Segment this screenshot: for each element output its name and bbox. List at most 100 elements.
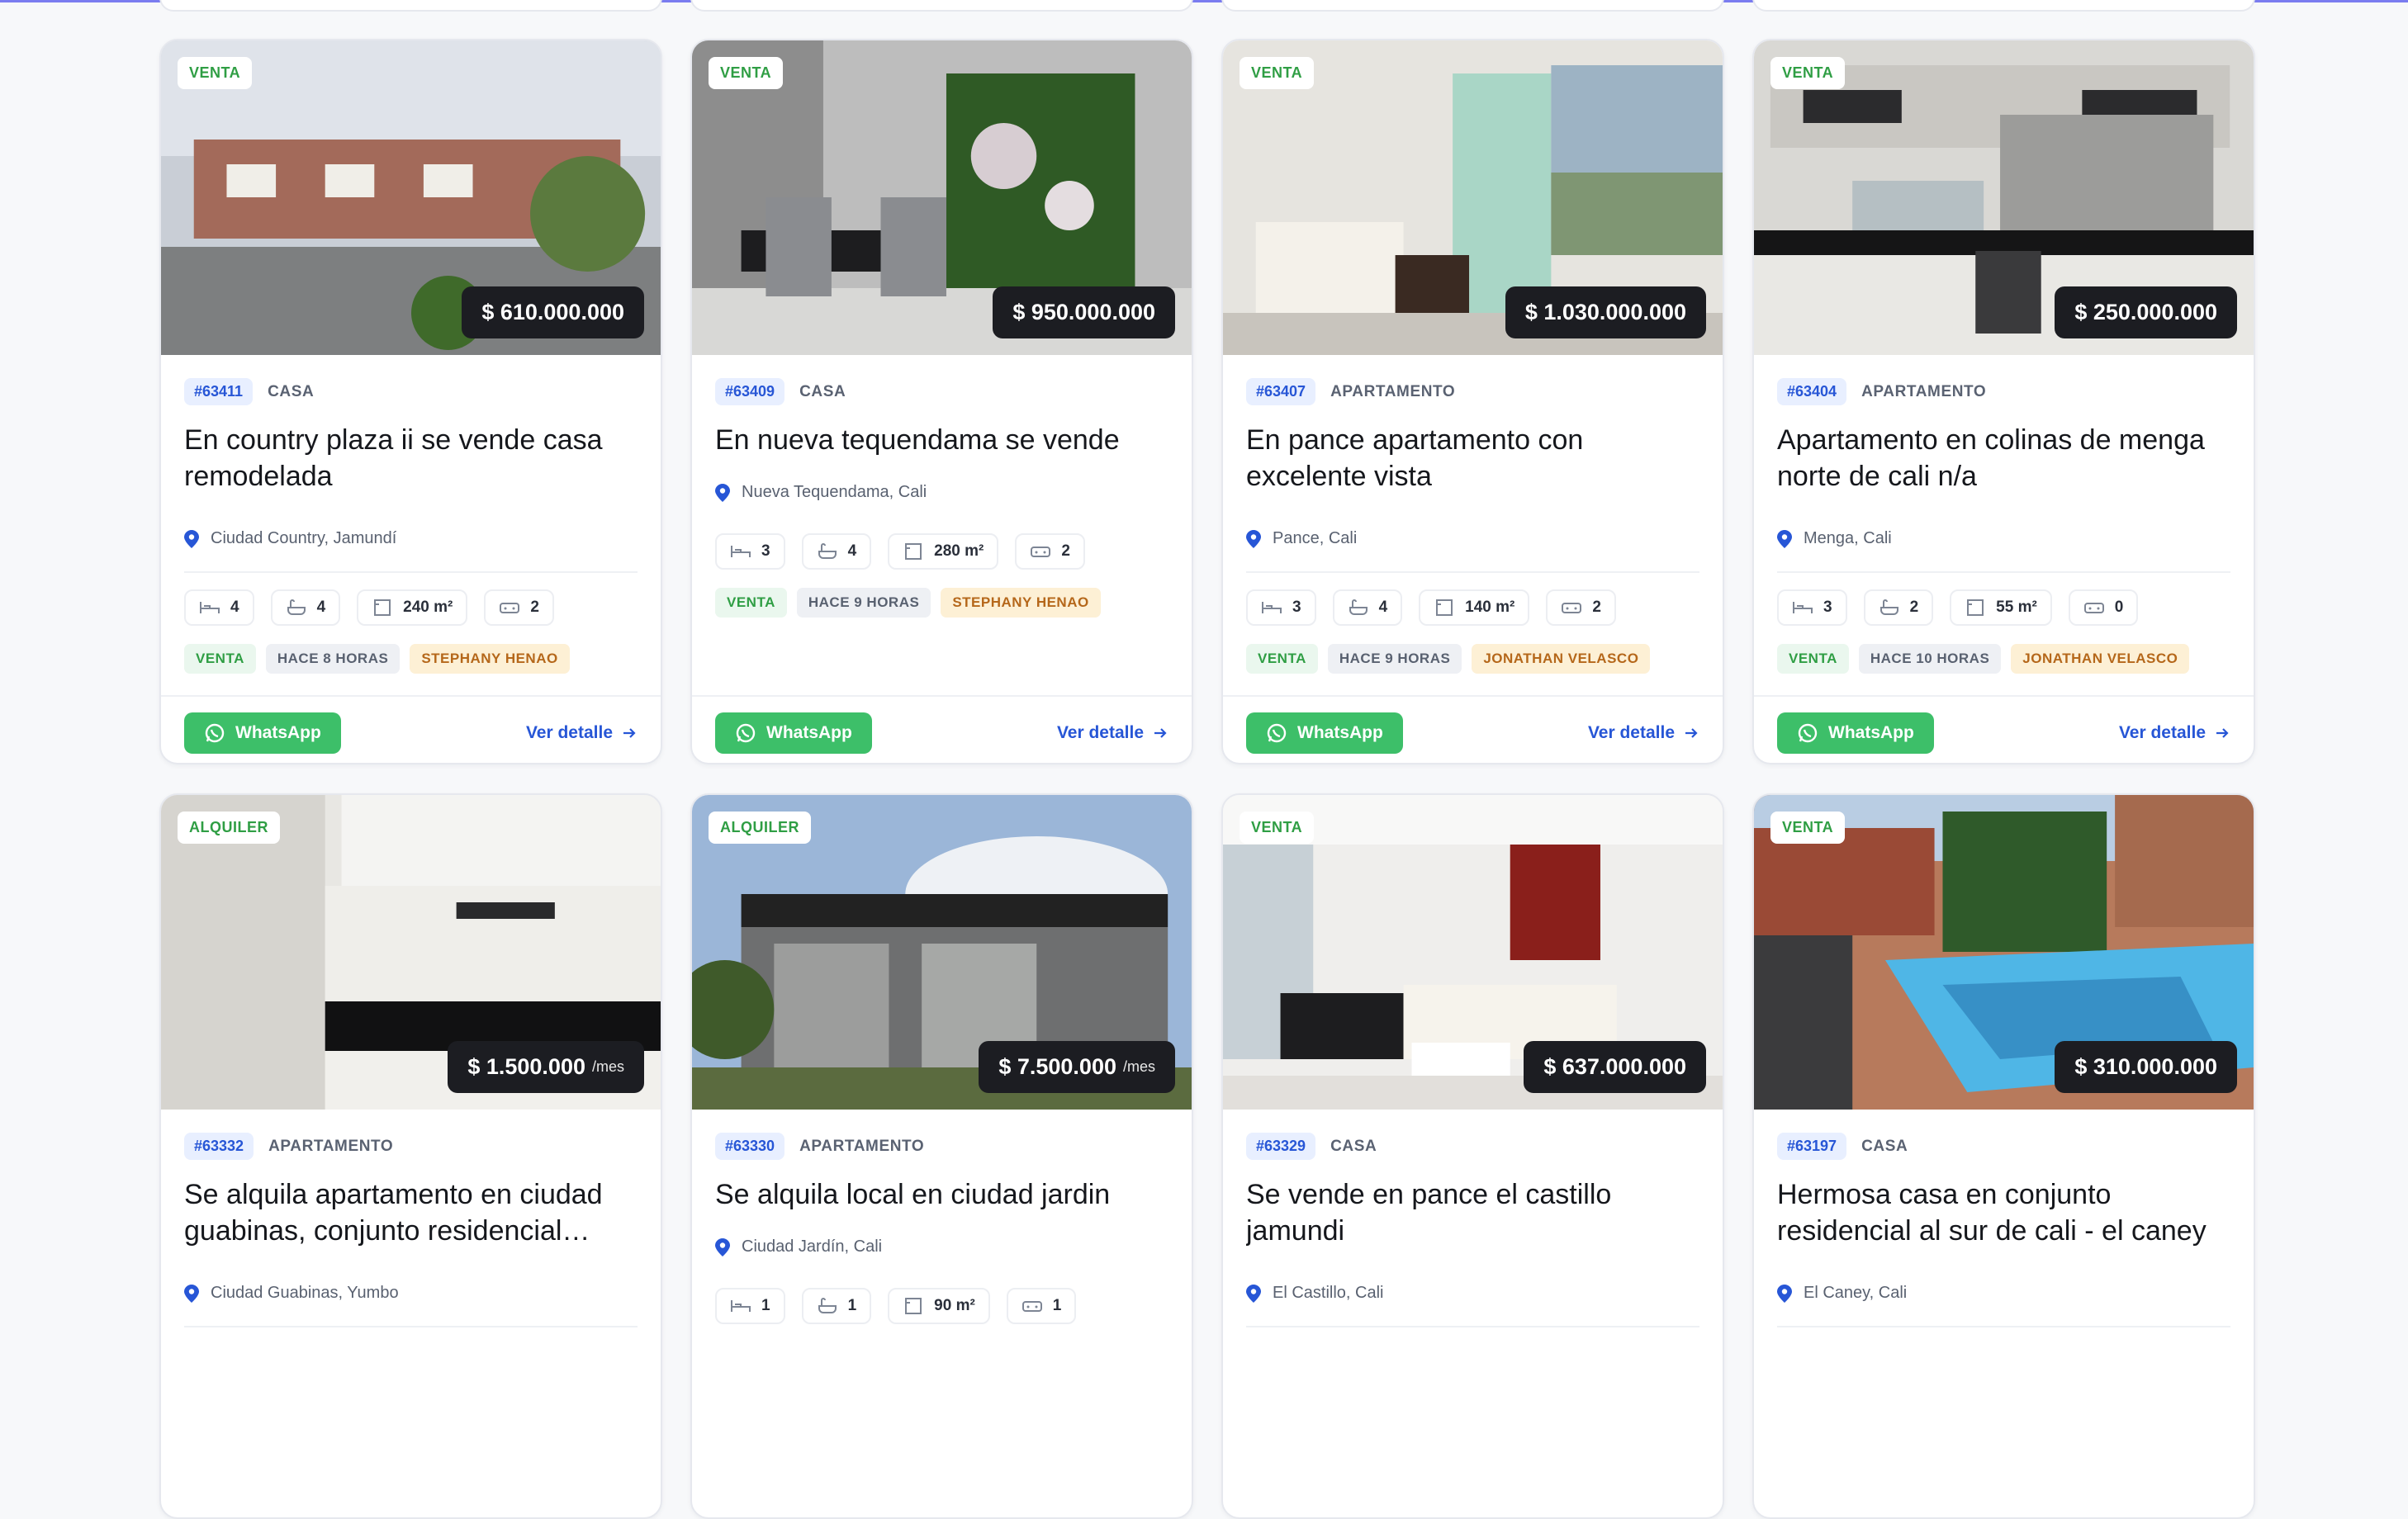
area-icon [1967, 599, 1984, 616]
whatsapp-icon [1267, 723, 1287, 743]
property-code: #63404 [1777, 378, 1847, 405]
property-photo[interactable]: VENTA $ 950.000.000 [692, 40, 1192, 355]
bath-icon [1349, 599, 1368, 615]
status-chip: VENTA [184, 644, 256, 674]
property-title[interactable]: Apartamento en colinas de menga norte de… [1777, 422, 2230, 495]
property-card[interactable]: ALQUILER $ 1.500.000/mes #63332 APARTAMEN… [159, 793, 662, 1519]
area-size: 90 m² [888, 1288, 990, 1324]
card-footer: WhatsApp Ver detalle [1223, 695, 1723, 763]
bath-icon [818, 543, 837, 559]
bed-icon [1793, 602, 1813, 613]
property-type: APARTAMENTO [1861, 382, 1987, 400]
operation-tag: ALQUILER [709, 812, 811, 844]
property-photo[interactable]: VENTA $ 250.000.000 [1754, 40, 2254, 355]
area-size: 140 m² [1419, 589, 1530, 626]
bed-icon [731, 1300, 751, 1312]
operation-tag: ALQUILER [178, 812, 280, 844]
operation-tag: VENTA [1770, 812, 1846, 844]
property-photo[interactable]: VENTA $ 1.030.000.000 [1223, 40, 1723, 355]
price-badge: $ 950.000.000 [993, 286, 1175, 338]
property-type: CASA [1330, 1137, 1377, 1155]
property-photo[interactable]: VENTA $ 637.000.000 [1223, 795, 1723, 1110]
bedrooms-count: 3 [715, 533, 785, 570]
time-chip: HACE 9 HORAS [1327, 644, 1462, 674]
property-card[interactable]: VENTA $ 637.000.000 #63329 CASA Se vende … [1221, 793, 1724, 1519]
property-card[interactable]: VENTA $ 250.000.000 #63404 APARTAMENTO Ap… [1752, 39, 2255, 764]
card-footer: WhatsApp Ver detalle [1754, 695, 2254, 763]
whatsapp-button[interactable]: WhatsApp [184, 712, 341, 754]
agent-chip: JONATHAN VELASCO [1472, 644, 1651, 674]
card-footer: WhatsApp Ver detalle [161, 695, 661, 763]
property-type: APARTAMENTO [1330, 382, 1456, 400]
property-title[interactable]: En country plaza ii se vende casa remode… [184, 422, 638, 495]
property-location: Pance, Cali [1246, 529, 1699, 573]
bedrooms-count: 1 [715, 1288, 785, 1324]
property-title[interactable]: Se alquila local en ciudad jardin [715, 1176, 1168, 1213]
property-location: Ciudad Jardín, Cali [715, 1237, 1168, 1271]
area-size: 55 m² [1950, 589, 2052, 626]
property-photo[interactable]: VENTA $ 610.000.000 [161, 40, 661, 355]
location-pin-icon [1246, 1284, 1261, 1303]
car-icon [1022, 1301, 1042, 1312]
area-size: 240 m² [357, 589, 468, 626]
bath-icon [287, 599, 306, 615]
whatsapp-icon [1798, 723, 1818, 743]
property-type: CASA [1861, 1137, 1908, 1155]
area-icon [905, 1298, 922, 1314]
property-photo[interactable]: ALQUILER $ 1.500.000/mes [161, 795, 661, 1110]
property-card[interactable]: VENTA $ 1.030.000.000 #63407 APARTAMENTO … [1221, 39, 1724, 764]
operation-tag: VENTA [1240, 57, 1315, 89]
area-icon [905, 543, 922, 560]
view-detail-link[interactable]: Ver detalle [526, 723, 638, 743]
whatsapp-button[interactable]: WhatsApp [1777, 712, 1934, 754]
whatsapp-icon [205, 723, 225, 743]
arrow-right-icon [1154, 728, 1167, 738]
operation-tag: VENTA [1770, 57, 1846, 89]
bathrooms-count: 2 [1863, 589, 1934, 626]
property-title[interactable]: En pance apartamento con excelente vista [1246, 422, 1699, 495]
whatsapp-button[interactable]: WhatsApp [715, 712, 872, 754]
price-badge: $ 1.500.000/mes [448, 1041, 644, 1093]
location-pin-icon [1246, 529, 1261, 548]
operation-tag: VENTA [1240, 812, 1315, 844]
property-title[interactable]: Se alquila apartamento en ciudad guabina… [184, 1176, 638, 1249]
time-chip: HACE 9 HORAS [796, 588, 931, 618]
bath-icon [1879, 599, 1898, 615]
property-title[interactable]: Se vende en pance el castillo jamundi [1246, 1176, 1699, 1249]
property-card[interactable]: VENTA $ 950.000.000 #63409 CASA En nueva … [690, 39, 1193, 764]
whatsapp-button[interactable]: WhatsApp [1246, 712, 1403, 754]
car-icon [2083, 603, 2104, 613]
previous-row-cards [159, 0, 2257, 13]
parking-count: 2 [484, 589, 554, 626]
price-badge: $ 7.500.000/mes [979, 1041, 1175, 1093]
property-type: CASA [799, 382, 846, 400]
property-code: #63407 [1246, 378, 1316, 405]
property-code: #63329 [1246, 1133, 1316, 1160]
property-title[interactable]: Hermosa casa en conjunto residencial al … [1777, 1176, 2230, 1249]
property-location: Ciudad Guabinas, Yumbo [184, 1284, 638, 1327]
property-photo[interactable]: ALQUILER $ 7.500.000/mes [692, 795, 1192, 1110]
agent-chip: STEPHANY HENAO [410, 644, 570, 674]
area-icon [374, 599, 391, 616]
view-detail-link[interactable]: Ver detalle [1057, 723, 1168, 743]
property-card[interactable]: VENTA $ 610.000.000 #63411 CASA En countr… [159, 39, 662, 764]
price-badge: $ 250.000.000 [2055, 286, 2237, 338]
time-chip: HACE 10 HORAS [1858, 644, 2002, 674]
bath-icon [818, 1298, 837, 1313]
car-icon [1562, 603, 1582, 613]
property-card[interactable]: VENTA $ 310.000.000 #63197 CASA Hermosa c… [1752, 793, 2255, 1519]
card-footer: WhatsApp Ver detalle [692, 695, 1192, 763]
location-pin-icon [715, 483, 730, 502]
bathrooms-count: 4 [801, 533, 872, 570]
property-code: #63332 [184, 1133, 254, 1160]
bedrooms-count: 3 [1777, 589, 1847, 626]
time-chip: HACE 8 HORAS [265, 644, 401, 674]
property-card[interactable]: ALQUILER $ 7.500.000/mes #63330 APARTAMEN… [690, 793, 1193, 1519]
bedrooms-count: 4 [184, 589, 254, 626]
status-chip: VENTA [1777, 644, 1849, 674]
view-detail-link[interactable]: Ver detalle [1588, 723, 1699, 743]
operation-tag: VENTA [709, 57, 784, 89]
view-detail-link[interactable]: Ver detalle [2119, 723, 2230, 743]
property-title[interactable]: En nueva tequendama se vende casa [715, 422, 1168, 458]
property-photo[interactable]: VENTA $ 310.000.000 [1754, 795, 2254, 1110]
